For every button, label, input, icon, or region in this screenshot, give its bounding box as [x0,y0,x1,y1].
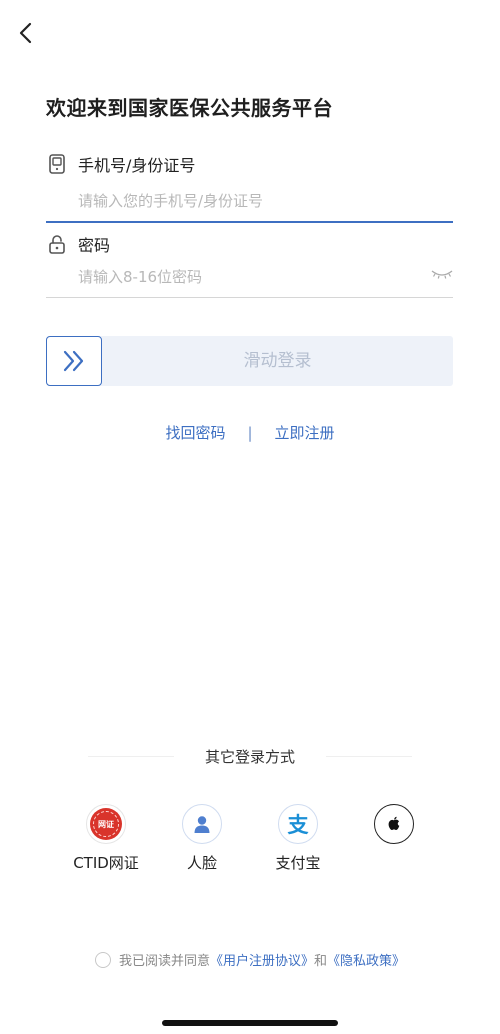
agreement-row: 我已阅读并同意 《用户注册协议》 和 《隐私政策》 [0,950,500,969]
lock-icon [49,235,65,254]
agreement-and: 和 [314,954,328,969]
slide-login-text: 滑动登录 [243,351,312,371]
password-input[interactable] [46,257,426,297]
login-option-apple[interactable] [344,804,444,852]
phone-icon [49,154,65,174]
double-chevron-right-icon [63,350,84,372]
password-label: 密码 [78,236,111,255]
recover-password-link[interactable]: 找回密码 [165,422,225,443]
login-option-face[interactable]: 人脸 [152,804,252,873]
password-underline [46,297,453,298]
alipay-label: 支付宝 [275,854,321,872]
slide-login-handle[interactable] [46,336,102,386]
phone-label-row: 手机号/身份证号 [46,152,195,176]
other-login-title: 其它登录方式 [204,748,295,766]
password-label-row: 密码 [46,232,110,256]
back-button[interactable] [12,18,42,48]
divider-right [326,756,412,757]
alipay-icon: 支 [278,804,318,844]
chevron-left-icon [19,22,32,44]
page-title: 欢迎来到国家医保公共服务平台 [46,96,333,120]
account-links: 找回密码 | 立即注册 [0,422,500,443]
ctid-label: CTID网证 [73,854,139,872]
home-indicator [162,1020,338,1026]
agreement-prefix: 我已阅读并同意 [118,954,210,969]
phone-label: 手机号/身份证号 [78,156,196,175]
face-label: 人脸 [186,854,217,872]
login-option-ctid[interactable]: 网证 CTID网证 [56,804,156,873]
link-separator: | [247,423,253,442]
other-login-header: 其它登录方式 [0,746,500,768]
apple-icon [374,804,414,844]
ctid-badge-text: 网证 [98,819,114,829]
login-option-alipay[interactable]: 支 支付宝 [248,804,348,873]
phone-underline [46,221,453,223]
ctid-seal-icon: 网证 [86,804,126,844]
alipay-glyph: 支 [287,813,309,837]
user-agreement-link[interactable]: 《用户注册协议》 [210,950,314,969]
agree-radio[interactable] [94,951,111,968]
eye-closed-icon[interactable] [430,266,454,282]
privacy-policy-link[interactable]: 《隐私政策》 [327,950,405,969]
phone-input[interactable] [46,181,453,221]
face-icon [182,804,222,844]
register-link[interactable]: 立即注册 [275,422,335,443]
